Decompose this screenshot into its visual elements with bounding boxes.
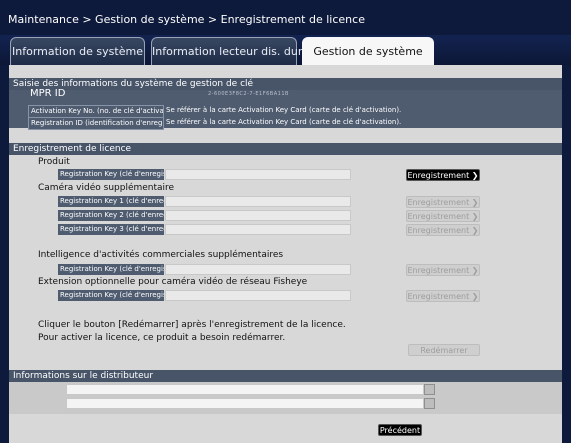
chevron-right-icon: ❯ <box>471 226 479 235</box>
camera-key2-register-button[interactable]: Enregistrement ❯ <box>406 210 480 222</box>
chevron-right-icon: ❯ <box>471 292 479 301</box>
mpr-id-label: MPR ID <box>30 88 66 99</box>
camera-key3-label: Registration Key 3 (clé d'enregistrement… <box>58 224 164 235</box>
produit-key-input[interactable] <box>165 169 351 180</box>
distributor-line1-scroll[interactable] <box>424 384 435 395</box>
camera-label: Caméra vidéo supplémentaire <box>38 183 175 193</box>
restart-instruction-1: Cliquer le bouton [Redémarrer] après l'e… <box>38 320 346 330</box>
camera-key2-input[interactable] <box>165 210 351 221</box>
produit-label: Produit <box>38 157 70 167</box>
produit-register-label: Enregistrement <box>407 171 470 180</box>
restart-button[interactable]: Redémarrer <box>408 344 480 356</box>
camera-key1-input[interactable] <box>165 196 351 207</box>
registration-id-label: Registration ID (identification d'enregi… <box>28 117 164 130</box>
camera-key3-register-label: Enregistrement <box>407 226 470 235</box>
activation-key-note: Se référer à la carte Activation Key Car… <box>166 106 402 114</box>
back-button[interactable]: Précédent <box>378 424 422 436</box>
tab-bar: Information de système Information lecte… <box>0 35 571 65</box>
chevron-right-icon: ❯ <box>471 171 479 180</box>
produit-key-label: Registration Key (clé d'enregistrement) <box>58 169 164 180</box>
breadcrumb: Maintenance > Gestion de système > Enreg… <box>0 0 571 35</box>
camera-key1-register-button[interactable]: Enregistrement ❯ <box>406 196 480 208</box>
camera-key3-register-button[interactable]: Enregistrement ❯ <box>406 224 480 236</box>
distributor-line2-scroll[interactable] <box>424 398 435 409</box>
camera-key1-label: Registration Key 1 (clé d'enregistrement… <box>58 196 164 207</box>
fisheye-label: Extension optionnelle pour caméra vidéo … <box>38 277 308 287</box>
chevron-right-icon: ❯ <box>471 198 479 207</box>
intelligence-key-label: Registration Key (clé d'enregistrement) <box>58 264 164 275</box>
restart-instruction-2: Pour activer la licence, ce produit a be… <box>38 333 286 343</box>
registration-id-note: Se référer à la carte Activation Key Car… <box>166 118 402 126</box>
intelligence-key-input[interactable] <box>165 264 351 275</box>
distributor-section-header: Informations sur le distributeur <box>9 370 562 382</box>
fisheye-key-label: Registration Key (clé d'enregistrement) <box>58 290 164 301</box>
mpr-id-value: 2-600E3F8C2-7-E1F6BA11B <box>208 91 289 97</box>
camera-key2-register-label: Enregistrement <box>407 212 470 221</box>
distributor-line2-input[interactable] <box>66 398 424 409</box>
fisheye-key-input[interactable] <box>165 290 351 301</box>
camera-key3-input[interactable] <box>165 224 351 235</box>
intelligence-label: Intelligence d'activités commerciales su… <box>38 250 284 260</box>
license-section-header: Enregistrement de licence <box>9 143 562 155</box>
tab-information-de-systeme[interactable]: Information de système <box>10 37 145 65</box>
produit-register-button[interactable]: Enregistrement ❯ <box>406 169 480 181</box>
tab-information-lecteur[interactable]: Information lecteur dis. dur <box>151 37 302 65</box>
camera-key1-register-label: Enregistrement <box>407 198 470 207</box>
distributor-line1-input[interactable] <box>66 384 424 395</box>
tab-gestion-de-systeme[interactable]: Gestion de système <box>302 37 434 65</box>
intelligence-register-label: Enregistrement <box>407 266 470 275</box>
fisheye-register-button[interactable]: Enregistrement ❯ <box>406 290 480 302</box>
fisheye-register-label: Enregistrement <box>407 292 470 301</box>
camera-key2-label: Registration Key 2 (clé d'enregistrement… <box>58 210 164 221</box>
intelligence-register-button[interactable]: Enregistrement ❯ <box>406 264 480 276</box>
chevron-right-icon: ❯ <box>471 212 479 221</box>
chevron-right-icon: ❯ <box>471 266 479 275</box>
